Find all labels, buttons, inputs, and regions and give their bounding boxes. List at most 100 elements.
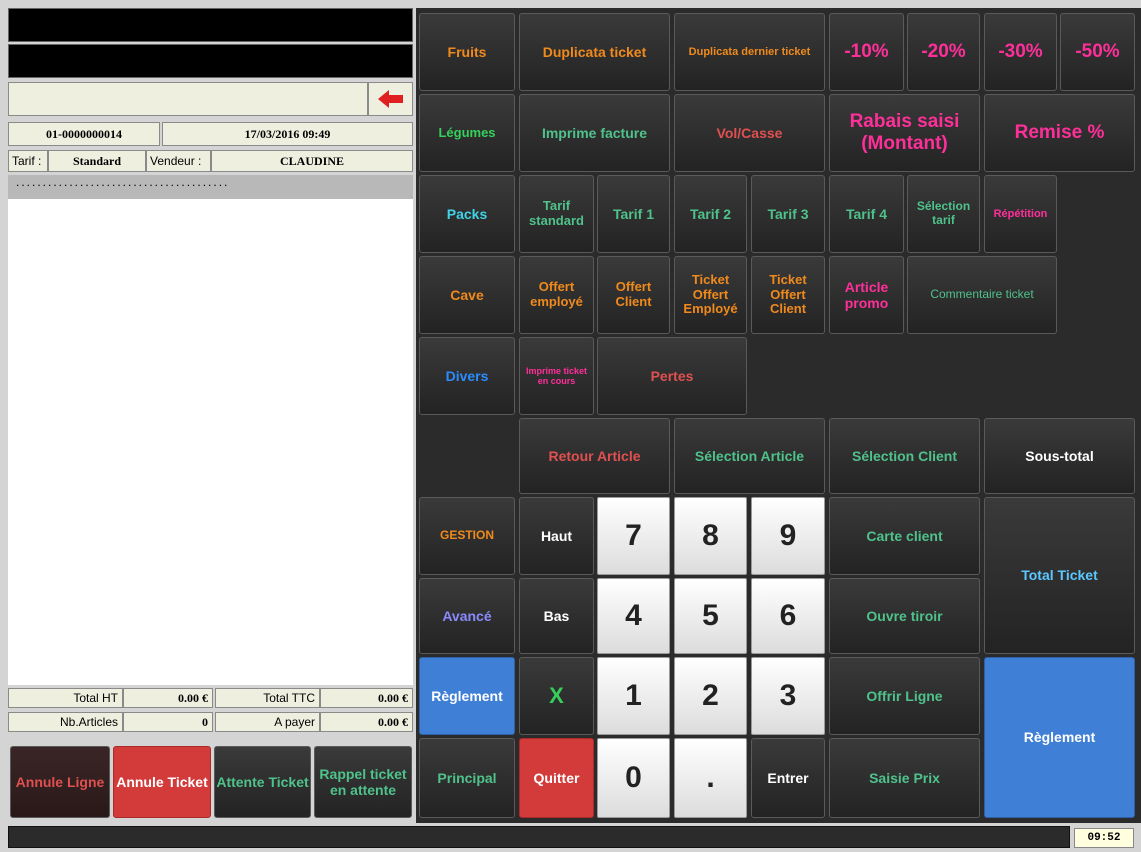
a-payer-value: 0.00 €: [320, 712, 413, 732]
duplicata-dernier-ticket-button[interactable]: Duplicata dernier ticket: [674, 13, 825, 91]
commentaire-ticket-button[interactable]: Commentaire ticket: [907, 256, 1057, 334]
imprime-facture-button[interactable]: Imprime facture: [519, 94, 670, 172]
imprime-ticket-en-cours-label: Imprime ticket en cours: [525, 365, 588, 386]
carte-client-button[interactable]: Carte client: [829, 497, 980, 575]
key-2[interactable]: 2: [674, 657, 747, 735]
discount-50-button[interactable]: -50%: [1060, 13, 1135, 91]
cave-button[interactable]: Cave: [419, 256, 515, 334]
key-8[interactable]: 8: [674, 497, 747, 575]
avance-label: Avancé: [442, 607, 492, 624]
principal-label: Principal: [437, 769, 497, 786]
remise-button[interactable]: Remise %: [984, 94, 1135, 172]
tarif-2-button[interactable]: Tarif 2: [674, 175, 747, 253]
attente-ticket-button[interactable]: Attente Ticket: [214, 746, 311, 818]
saisie-prix-button[interactable]: Saisie Prix: [829, 738, 980, 818]
haut-button[interactable]: Haut: [519, 497, 594, 575]
legumes-button[interactable]: Légumes: [419, 94, 515, 172]
selection-tarif-button[interactable]: Sélection tarif: [907, 175, 980, 253]
ticket-offert-employe-button[interactable]: Ticket Offert Employé: [674, 256, 747, 334]
selection-article-button[interactable]: Sélection Article: [674, 418, 825, 494]
tarif-3-button[interactable]: Tarif 3: [751, 175, 825, 253]
tarif-1-button[interactable]: Tarif 1: [597, 175, 670, 253]
discount-30-label: -30%: [998, 41, 1043, 63]
cave-label: Cave: [450, 286, 484, 303]
tarif-standard-label: Tarif standard: [529, 198, 584, 228]
pertes-button[interactable]: Pertes: [597, 337, 747, 415]
tarif-3-label: Tarif 3: [767, 205, 809, 222]
vol-casse-button[interactable]: Vol/Casse: [674, 94, 825, 172]
packs-button[interactable]: Packs: [419, 175, 515, 253]
key-1[interactable]: 1: [597, 657, 670, 735]
attente-ticket-label: Attente Ticket: [216, 773, 309, 790]
rabais-saisi-button[interactable]: Rabais saisi (Montant): [829, 94, 980, 172]
key-5[interactable]: 5: [674, 578, 747, 654]
entrer-button[interactable]: Entrer: [751, 738, 825, 818]
tarif-4-label: Tarif 4: [846, 205, 887, 222]
x-button[interactable]: X: [519, 657, 594, 735]
ticket-lines-header: ........................................: [8, 175, 413, 199]
sous-total-button[interactable]: Sous-total: [984, 418, 1135, 494]
key-0[interactable]: 0: [597, 738, 670, 818]
total-ticket-button[interactable]: Total Ticket: [984, 497, 1135, 654]
key-4[interactable]: 4: [597, 578, 670, 654]
display-line-1: [8, 8, 413, 42]
repetition-button[interactable]: Répétition: [984, 175, 1057, 253]
divers-button[interactable]: Divers: [419, 337, 515, 415]
offert-employe-button[interactable]: Offert employé: [519, 256, 594, 334]
ouvre-tiroir-button[interactable]: Ouvre tiroir: [829, 578, 980, 654]
back-button[interactable]: [368, 82, 413, 116]
bas-label: Bas: [543, 607, 570, 624]
key-7[interactable]: 7: [597, 497, 670, 575]
input-bar[interactable]: [8, 82, 368, 116]
a-payer-label: A payer: [215, 712, 320, 732]
offert-client-button[interactable]: Offert Client: [597, 256, 670, 334]
tarif-label: Tarif :: [8, 150, 48, 172]
bas-button[interactable]: Bas: [519, 578, 594, 654]
reglement-category-button[interactable]: Règlement: [419, 657, 515, 735]
selection-client-button[interactable]: Sélection Client: [829, 418, 980, 494]
annule-ticket-button[interactable]: Annule Ticket: [113, 746, 211, 818]
retour-article-button[interactable]: Retour Article: [519, 418, 670, 494]
sous-total-label: Sous-total: [1025, 447, 1094, 464]
ticket-datetime: 17/03/2016 09:49: [162, 122, 413, 146]
imprime-ticket-en-cours-button[interactable]: Imprime ticket en cours: [519, 337, 594, 415]
discount-20-button[interactable]: -20%: [907, 13, 980, 91]
packs-label: Packs: [446, 205, 488, 222]
rappel-ticket-button[interactable]: Rappel ticket en attente: [314, 746, 412, 818]
selection-article-label: Sélection Article: [694, 447, 805, 464]
gestion-button[interactable]: GESTION: [419, 497, 515, 575]
avance-button[interactable]: Avancé: [419, 578, 515, 654]
ticket-offert-client-label: Ticket Offert Client: [769, 271, 807, 317]
annule-ligne-button[interactable]: Annule Ligne: [10, 746, 110, 818]
total-ttc-label: Total TTC: [215, 688, 320, 708]
discount-10-button[interactable]: -10%: [829, 13, 904, 91]
vol-casse-label: Vol/Casse: [716, 124, 783, 141]
ticket-number: 01-0000000014: [8, 122, 160, 146]
key-9[interactable]: 9: [751, 497, 825, 575]
vendeur-label: Vendeur :: [146, 150, 211, 172]
reglement-category-label: Règlement: [431, 687, 503, 704]
offrir-ligne-label: Offrir Ligne: [866, 687, 943, 704]
fruits-label: Fruits: [447, 43, 487, 60]
ticket-offert-client-button[interactable]: Ticket Offert Client: [751, 256, 825, 334]
fruits-button[interactable]: Fruits: [419, 13, 515, 91]
tarif-standard-button[interactable]: Tarif standard: [519, 175, 594, 253]
ticket-lines-area[interactable]: [8, 199, 413, 685]
duplicata-ticket-button[interactable]: Duplicata ticket: [519, 13, 670, 91]
retour-article-label: Retour Article: [548, 447, 641, 464]
article-promo-button[interactable]: Article promo: [829, 256, 904, 334]
reglement-button[interactable]: Règlement: [984, 657, 1135, 818]
key-6[interactable]: 6: [751, 578, 825, 654]
quitter-button[interactable]: Quitter: [519, 738, 594, 818]
key-3[interactable]: 3: [751, 657, 825, 735]
principal-button[interactable]: Principal: [419, 738, 515, 818]
discount-30-button[interactable]: -30%: [984, 13, 1057, 91]
tarif-4-button[interactable]: Tarif 4: [829, 175, 904, 253]
nb-articles-label: Nb.Articles: [8, 712, 123, 732]
duplicata-dernier-ticket-label: Duplicata dernier ticket: [688, 45, 811, 58]
reglement-label: Règlement: [1023, 729, 1096, 746]
key-dot[interactable]: .: [674, 738, 747, 818]
offrir-ligne-button[interactable]: Offrir Ligne: [829, 657, 980, 735]
total-ht-label: Total HT: [8, 688, 123, 708]
imprime-facture-label: Imprime facture: [541, 124, 648, 141]
